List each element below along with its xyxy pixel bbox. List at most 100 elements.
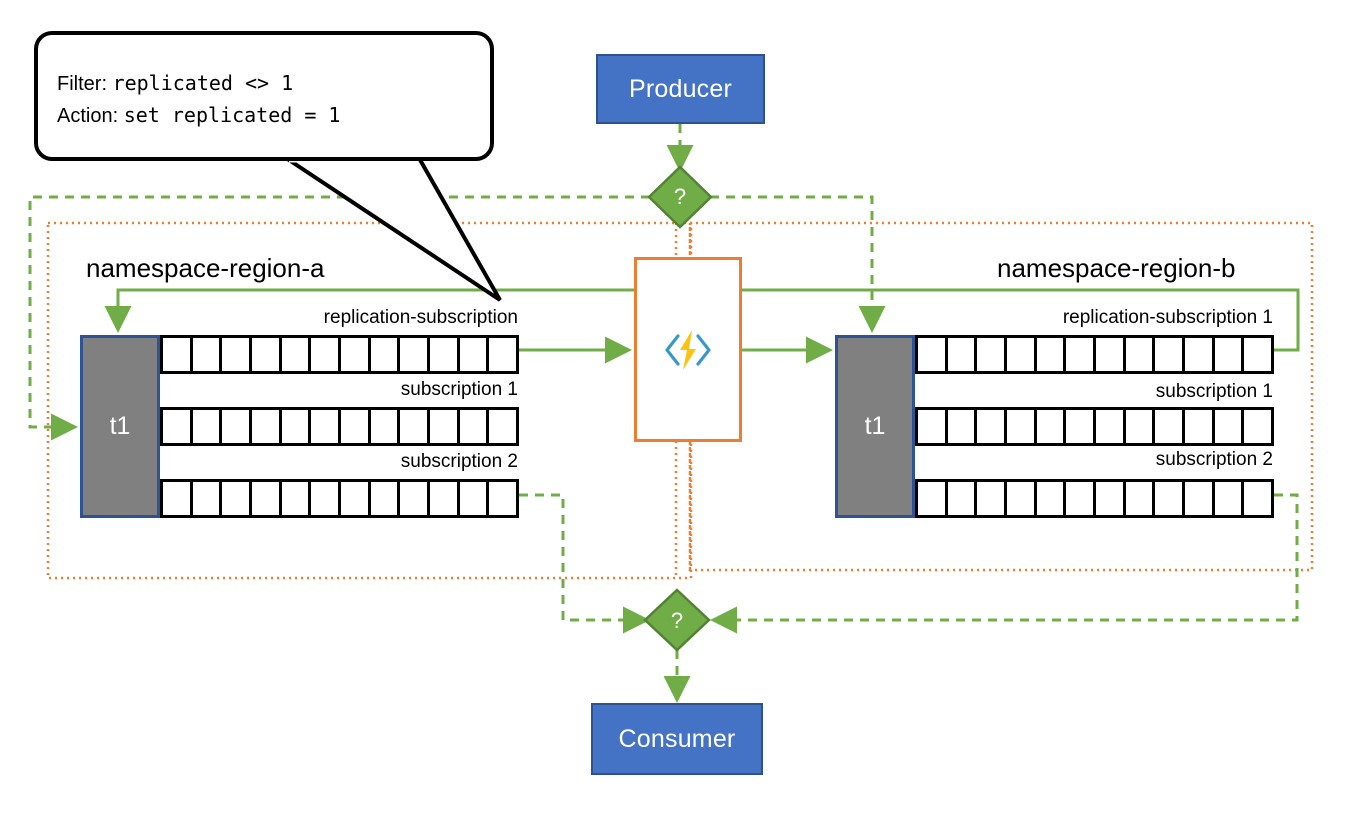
queue-message-cell bbox=[1033, 407, 1067, 446]
namespace-a-label: namespace-region-a bbox=[86, 253, 325, 283]
diagram-canvas: Producer Consumer ? ? namespace-region-a… bbox=[0, 0, 1353, 817]
queue-message-cell bbox=[219, 407, 252, 446]
topic-a-label: t1 bbox=[109, 412, 131, 440]
queue-message-cell bbox=[1241, 479, 1274, 518]
topic-t1-region-b[interactable]: t1 bbox=[835, 335, 915, 518]
queue-message-cell bbox=[367, 335, 401, 374]
namespace-a-subscription-1-label: subscription 1 bbox=[400, 379, 518, 400]
azure-function-lightning-icon bbox=[665, 329, 711, 370]
queue-message-cell bbox=[1152, 335, 1185, 374]
queue-message-cell bbox=[189, 335, 223, 374]
namespace-a-to-consumer-decision-flow bbox=[519, 493, 650, 634]
filter-action-callout-text: Filter: replicated <> 1 Action: set repl… bbox=[57, 68, 340, 132]
namespace-b-subscription-0-label: replication-subscription 1 bbox=[1062, 307, 1273, 328]
queue-message-cell bbox=[944, 407, 978, 446]
queue-message-cell bbox=[1152, 479, 1185, 518]
queue-message-cell bbox=[1063, 479, 1096, 518]
namespace-a-subscription-2-queue bbox=[160, 479, 519, 518]
queue-message-cell bbox=[1152, 407, 1185, 446]
queue-message-cell bbox=[308, 479, 341, 518]
queue-message-cell bbox=[219, 335, 252, 374]
queue-message-cell bbox=[219, 479, 252, 518]
queue-message-cell bbox=[1122, 479, 1156, 518]
queue-message-cell bbox=[486, 479, 519, 518]
queue-message-cell bbox=[1181, 407, 1215, 446]
queue-message-cell bbox=[456, 335, 490, 374]
callout-filter-line: Filter: replicated <> 1 bbox=[57, 68, 340, 100]
queue-message-cell bbox=[1092, 335, 1126, 374]
queue-message-cell bbox=[337, 479, 371, 518]
topic-b-label: t1 bbox=[864, 412, 886, 440]
namespace-b-label: namespace-region-b bbox=[997, 253, 1236, 283]
queue-message-cell bbox=[367, 479, 401, 518]
queue-message-cell bbox=[974, 407, 1007, 446]
queue-message-cell bbox=[248, 335, 282, 374]
queue-message-cell bbox=[1063, 407, 1096, 446]
queue-message-cell bbox=[1092, 479, 1126, 518]
queue-message-cell bbox=[160, 407, 193, 446]
queue-message-cell bbox=[915, 479, 948, 518]
producer-label: Producer bbox=[628, 74, 733, 103]
queue-message-cell bbox=[308, 335, 341, 374]
queue-message-cell bbox=[1063, 335, 1096, 374]
queue-message-cell bbox=[1003, 335, 1037, 374]
namespace-b-subscription-0-queue bbox=[915, 335, 1274, 374]
queue-message-cell bbox=[367, 407, 401, 446]
queue-message-cell bbox=[486, 407, 519, 446]
namespace-b-subscription-2-queue bbox=[915, 479, 1274, 518]
queue-message-cell bbox=[1181, 479, 1215, 518]
queue-message-cell bbox=[1211, 335, 1245, 374]
topic-t1-region-a[interactable]: t1 bbox=[80, 335, 160, 518]
queue-message-cell bbox=[308, 407, 341, 446]
queue-message-cell bbox=[278, 407, 312, 446]
namespace-a-subscription-0-label: replication-subscription bbox=[323, 307, 518, 328]
queue-message-cell bbox=[1122, 407, 1156, 446]
queue-message-cell bbox=[944, 479, 978, 518]
queue-message-cell bbox=[397, 407, 430, 446]
queue-message-cell bbox=[1033, 479, 1067, 518]
queue-message-cell bbox=[1181, 335, 1215, 374]
queue-message-cell bbox=[426, 335, 460, 374]
queue-message-cell bbox=[189, 479, 223, 518]
queue-message-cell bbox=[337, 335, 371, 374]
queue-message-cell bbox=[1033, 335, 1067, 374]
queue-message-cell bbox=[160, 335, 193, 374]
queue-message-cell bbox=[278, 335, 312, 374]
decision-diamond-bottom[interactable] bbox=[643, 588, 711, 652]
queue-message-cell bbox=[456, 407, 490, 446]
queue-message-cell bbox=[915, 335, 948, 374]
callout-action-value: set replicated = 1 bbox=[123, 103, 341, 127]
producer-node[interactable]: Producer bbox=[596, 54, 765, 124]
decision-diamond-top[interactable] bbox=[647, 165, 713, 229]
queue-message-cell bbox=[189, 407, 223, 446]
namespace-a-subscription-2-label: subscription 2 bbox=[400, 451, 518, 472]
queue-message-cell bbox=[1003, 479, 1037, 518]
namespace-a-subscription-1-queue bbox=[160, 407, 519, 446]
namespace-a-subscription-0-queue bbox=[160, 335, 519, 374]
consumer-label: Consumer bbox=[618, 724, 736, 753]
queue-message-cell bbox=[1211, 407, 1245, 446]
callout-action-line: Action: set replicated = 1 bbox=[57, 100, 340, 132]
callout-action-key: Action: bbox=[57, 105, 119, 127]
queue-message-cell bbox=[1003, 407, 1037, 446]
callout-filter-key: Filter: bbox=[57, 73, 107, 95]
consumer-node[interactable]: Consumer bbox=[591, 703, 763, 775]
namespace-b-subscription-2-label: subscription 2 bbox=[1155, 449, 1273, 470]
queue-message-cell bbox=[397, 479, 430, 518]
queue-message-cell bbox=[944, 335, 978, 374]
queue-message-cell bbox=[1092, 407, 1126, 446]
azure-function-node[interactable] bbox=[634, 257, 742, 442]
queue-message-cell bbox=[160, 479, 193, 518]
queue-message-cell bbox=[915, 407, 948, 446]
namespace-b-subscription-1-label: subscription 1 bbox=[1155, 381, 1273, 402]
queue-message-cell bbox=[1122, 335, 1156, 374]
queue-message-cell bbox=[426, 407, 460, 446]
namespace-b-subscription-1-queue bbox=[915, 407, 1274, 446]
queue-message-cell bbox=[1241, 335, 1274, 374]
queue-message-cell bbox=[337, 407, 371, 446]
queue-message-cell bbox=[456, 479, 490, 518]
queue-message-cell bbox=[1241, 407, 1274, 446]
queue-message-cell bbox=[278, 479, 312, 518]
queue-message-cell bbox=[248, 479, 282, 518]
queue-message-cell bbox=[248, 407, 282, 446]
